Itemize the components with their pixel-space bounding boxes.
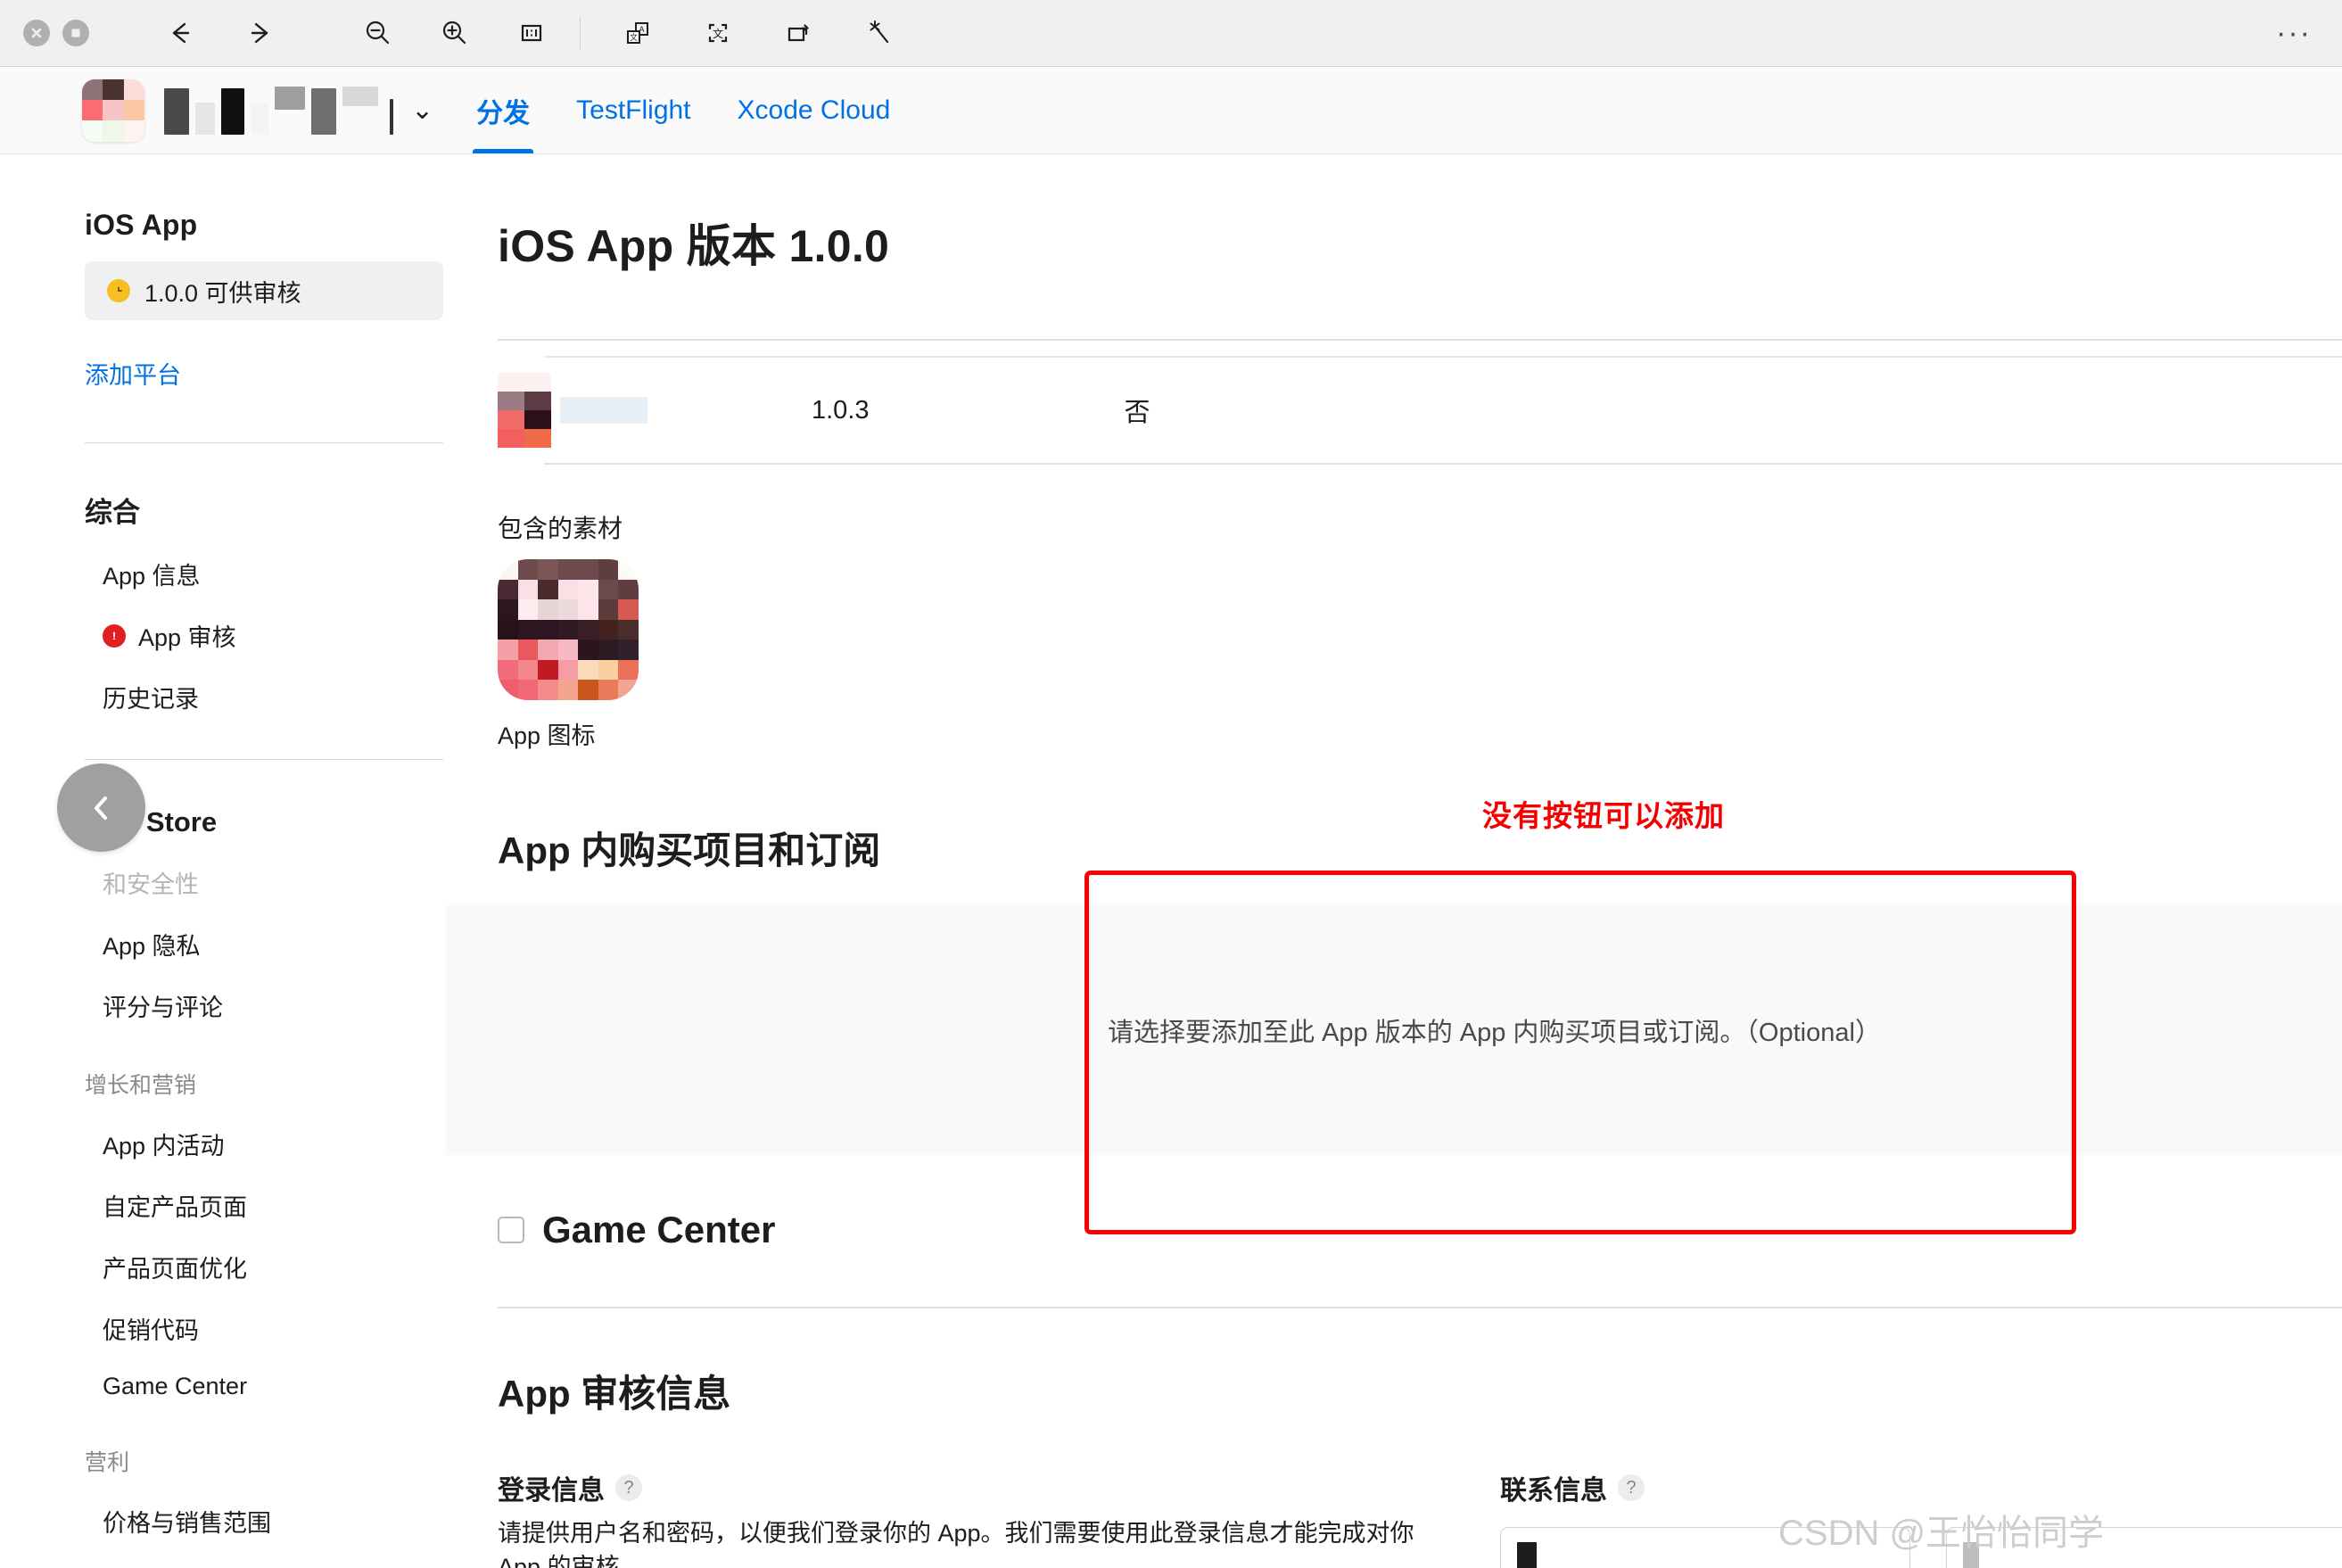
- add-platform-link[interactable]: 添加平台: [85, 356, 446, 391]
- sidebar-item-label: 产品页面优化: [103, 1256, 247, 1283]
- iap-section-title: App 内购买项目和订阅: [498, 829, 881, 871]
- sidebar-divider-1: [85, 442, 443, 443]
- back-button[interactable]: [152, 8, 209, 58]
- block-icon[interactable]: [62, 20, 89, 46]
- magic-wand-icon[interactable]: [850, 8, 907, 58]
- sidebar-item-label: 自定产品页面: [103, 1194, 247, 1221]
- chevron-down-icon[interactable]: ⌄: [411, 96, 433, 124]
- app-nav-bar: ⌄ 分发 TestFlight Xcode Cloud: [0, 68, 2342, 154]
- app-icon-preview[interactable]: [498, 559, 639, 700]
- app-icon-caption: App 图标: [498, 722, 596, 749]
- sidebar-item-game-center[interactable]: Game Center: [103, 1373, 446, 1400]
- sidebar-item-label: 和安全性: [103, 871, 199, 898]
- app-name-redacted: [164, 86, 393, 135]
- help-icon[interactable]: ?: [615, 1474, 642, 1501]
- sidebar-item-age-safety[interactable]: 和安全性: [103, 865, 446, 900]
- zoom-in-button[interactable]: [426, 8, 483, 58]
- sidebar-group-general: 综合: [85, 497, 140, 528]
- zoom-out-button[interactable]: [350, 8, 407, 58]
- traffic-lights: [23, 20, 89, 46]
- review-section-title: App 审核信息: [498, 1373, 731, 1415]
- contact-info-label-row: 联系信息 ?: [1500, 1468, 2283, 1507]
- tab-xcode-cloud[interactable]: Xcode Cloud: [734, 67, 895, 153]
- actual-size-button[interactable]: [503, 8, 560, 58]
- sidebar-item-custom-product-pages[interactable]: 自定产品页面: [103, 1188, 446, 1223]
- build-name-redacted: [560, 397, 647, 424]
- more-options-button[interactable]: ···: [2276, 18, 2312, 48]
- sidebar-item-label: 评分与评论: [103, 994, 223, 1021]
- included-assets-label: 包含的素材: [498, 515, 623, 542]
- tab-testflight[interactable]: TestFlight: [573, 67, 694, 153]
- window-toolbar: A 文 文 ···: [0, 0, 2342, 67]
- help-icon[interactable]: ?: [1618, 1474, 1645, 1501]
- main-content: iOS App 版本 1.0.0 1.0.3 否 包含的素材 App 图标 Ap…: [446, 155, 2342, 1568]
- toolbar-divider: [580, 17, 581, 49]
- watermark: CSDN @王怡怡同学: [1778, 1514, 2105, 1553]
- sidebar: iOS App 1.0.0 可供审核 添加平台 综合 App 信息 App 审核…: [0, 155, 446, 1568]
- game-center-label: Game Center: [542, 1209, 776, 1250]
- text-recognition-icon[interactable]: 文: [689, 8, 746, 58]
- sidebar-group-growth-marketing: 增长和营销: [85, 1073, 197, 1098]
- sidebar-item-history[interactable]: 历史记录: [103, 680, 446, 714]
- app-logo: [82, 78, 144, 142]
- error-icon: [103, 623, 126, 648]
- game-center-checkbox[interactable]: [498, 1217, 524, 1243]
- sidebar-item-promo-codes[interactable]: 促销代码: [103, 1311, 446, 1346]
- sidebar-item-label: App 隐私: [103, 933, 201, 960]
- annotation-text: 没有按钮可以添加: [1482, 799, 1725, 832]
- sidebar-item-product-page-optimization[interactable]: 产品页面优化: [103, 1250, 446, 1284]
- page-title: iOS App 版本 1.0.0: [498, 221, 890, 271]
- svg-text:文: 文: [713, 27, 723, 40]
- contact-info-label: 联系信息: [1500, 1476, 1607, 1506]
- included-assets-section: 包含的素材 App 图标: [498, 509, 2342, 751]
- sidebar-item-label: Game Center: [103, 1373, 248, 1399]
- sidebar-item-pricing-availability[interactable]: 价格与销售范围: [103, 1504, 446, 1539]
- clock-status-icon: [107, 279, 130, 302]
- rotate-icon[interactable]: [770, 8, 827, 58]
- forward-button[interactable]: [232, 8, 289, 58]
- sidebar-item-label: 历史记录: [103, 686, 199, 713]
- sidebar-group-monetization: 营利: [85, 1450, 130, 1475]
- close-icon[interactable]: [23, 20, 50, 46]
- section-divider: [498, 1307, 2342, 1308]
- login-info-label: 登录信息: [498, 1476, 605, 1506]
- sidebar-item-label: App 审核: [138, 624, 236, 651]
- sidebar-divider-2: [85, 759, 443, 760]
- game-center-row[interactable]: Game Center: [498, 1209, 2342, 1251]
- sidebar-platform-title: iOS App: [85, 209, 198, 241]
- table-bottom-rule: [544, 463, 2342, 465]
- chevron-left-icon: [94, 796, 107, 820]
- svg-text:文: 文: [630, 32, 638, 43]
- sidebar-item-app-privacy[interactable]: App 隐私: [103, 927, 446, 961]
- sidebar-version-label: 1.0.0 可供审核: [144, 279, 301, 307]
- sidebar-item-app-review[interactable]: App 审核: [103, 618, 446, 653]
- sidebar-item-version[interactable]: 1.0.0 可供审核: [85, 261, 443, 320]
- sidebar-item-app-info[interactable]: App 信息: [103, 557, 446, 591]
- login-info-label-row: 登录信息 ?: [498, 1468, 1480, 1507]
- build-icon-thumb: [498, 373, 551, 448]
- sidebar-item-label: 促销代码: [103, 1317, 199, 1344]
- login-info-description: 请提供用户名和密码，以便我们登录你的 App。我们需要使用此登录信息才能完成对你…: [498, 1520, 1414, 1568]
- table-top-rule: [498, 339, 2342, 341]
- nav-tabs: 分发 TestFlight Xcode Cloud: [473, 67, 894, 153]
- sidebar-item-label: 价格与销售范围: [103, 1510, 271, 1537]
- sidebar-item-label: App 内活动: [103, 1133, 225, 1159]
- login-info-column: 登录信息 ? 请提供用户名和密码，以便我们登录你的 App。我们需要使用此登录信…: [446, 1468, 1480, 1568]
- contact-field-1-value-redacted: [1517, 1542, 1537, 1568]
- sidebar-collapse-button[interactable]: [57, 763, 145, 852]
- iap-empty-panel[interactable]: 请选择要添加至此 App 版本的 App 内购买项目或订阅。（Optional）: [446, 905, 2342, 1155]
- build-number: 1.0.3: [812, 395, 870, 425]
- sidebar-item-label: App 信息: [103, 563, 201, 590]
- build-flag: 否: [1124, 399, 1150, 427]
- translate-icon[interactable]: A 文: [609, 8, 666, 58]
- sidebar-item-in-app-events[interactable]: App 内活动: [103, 1126, 446, 1161]
- table-row[interactable]: 1.0.3 否: [446, 358, 2342, 463]
- sidebar-item-ratings-reviews[interactable]: 评分与评论: [103, 988, 446, 1023]
- tab-distribution[interactable]: 分发: [473, 67, 534, 153]
- version-table: 1.0.3 否: [446, 339, 2342, 465]
- iap-empty-text: 请选择要添加至此 App 版本的 App 内购买项目或订阅。（Optional）: [1108, 1019, 1881, 1047]
